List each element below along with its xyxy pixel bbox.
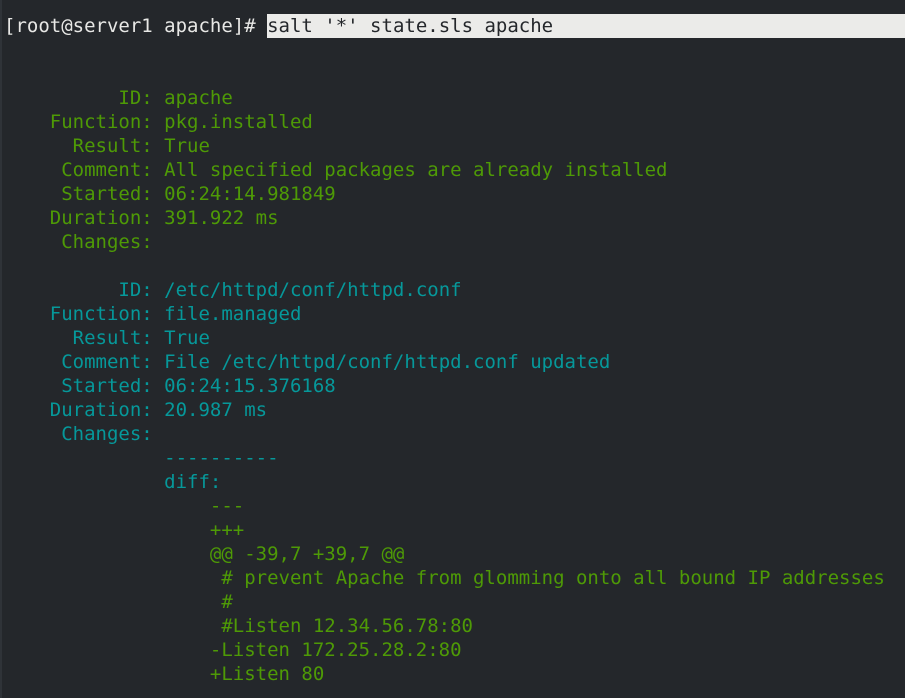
state-duration-label: Duration: (4, 399, 165, 421)
state-id-row: ID: apache (2, 86, 905, 110)
diff-line: @@ -39,7 +39,7 @@ (2, 542, 905, 566)
diff-line: # (2, 590, 905, 614)
diff-label-row: diff: (2, 470, 905, 494)
state-result-row: Result: True (2, 326, 905, 350)
state-id-label: ID: (4, 87, 165, 109)
state-id-value: /etc/httpd/conf/httpd.conf (164, 279, 462, 301)
diff-line-text: @@ -39,7 +39,7 @@ (4, 543, 405, 565)
state-id-row: ID: /etc/httpd/conf/httpd.conf (2, 278, 905, 302)
diff-line-text: --- (4, 495, 245, 517)
state-comment-row: Comment: File /etc/httpd/conf/httpd.conf… (2, 350, 905, 374)
diff-label: diff: (4, 471, 222, 493)
diff-line-text: +++ (4, 519, 245, 541)
state-duration-row: Duration: 20.987 ms (2, 398, 905, 422)
state-comment-row: Comment: All specified packages are alre… (2, 158, 905, 182)
state-result-row: Result: True (2, 134, 905, 158)
diff-line-text: +Listen 80 (4, 663, 325, 685)
state-result-value: True (164, 135, 210, 157)
diff-line-text: # prevent Apache from glomming onto all … (4, 567, 885, 589)
state-comment-label: Comment: (4, 351, 165, 373)
command-input[interactable]: salt '*' state.sls apache (267, 14, 905, 38)
diff-line-text: #Listen 12.34.56.78:80 (4, 615, 473, 637)
shell-prompt: [root@server1 apache]# (4, 15, 268, 37)
changes-separator: ---------- (2, 446, 905, 470)
state-result-label: Result: (4, 327, 165, 349)
state-function-value: file.managed (164, 303, 302, 325)
state-started-label: Started: (4, 183, 165, 205)
state-started-value: 06:24:14.981849 (164, 183, 336, 205)
state-separator: ---------- (2, 254, 905, 278)
diff-line: # prevent Apache from glomming onto all … (2, 566, 905, 590)
state-function-row: Function: pkg.installed (2, 110, 905, 134)
diff-line: +++ (2, 518, 905, 542)
state-id-value: apache (164, 87, 233, 109)
terminal-window[interactable]: [root@server1 apache]# vim init.sls [roo… (0, 0, 905, 698)
state-comment-label: Comment: (4, 159, 165, 181)
state-changes-row: Changes: (2, 230, 905, 254)
state-started-label: Started: (4, 375, 165, 397)
state-started-row: Started: 06:24:14.981849 (2, 182, 905, 206)
scrollback-line: [root@server1 apache]# vim init.sls (2, 0, 905, 14)
state-duration-row: Duration: 391.922 ms (2, 206, 905, 230)
separator-dashes: ---------- (4, 447, 279, 469)
diff-line: #Listen 12.34.56.78:80 (2, 614, 905, 638)
state-changes-row: Changes: (2, 422, 905, 446)
state-changes-label: Changes: (4, 231, 165, 253)
state-duration-value: 391.922 ms (164, 207, 279, 229)
state-duration-label: Duration: (4, 207, 165, 229)
diff-line-text: -Listen 172.25.28.2:80 (4, 639, 462, 661)
command-line[interactable]: [root@server1 apache]# salt '*' state.sl… (2, 14, 905, 38)
state-comment-value: File /etc/httpd/conf/httpd.conf updated (164, 351, 611, 373)
state-function-row: Function: file.managed (2, 302, 905, 326)
state-started-value: 06:24:15.376168 (164, 375, 336, 397)
state-started-row: Started: 06:24:15.376168 (2, 374, 905, 398)
state-function-label: Function: (4, 303, 165, 325)
state-id-label: ID: (4, 279, 165, 301)
state-comment-value: All specified packages are already insta… (164, 159, 668, 181)
state-duration-value: 20.987 ms (164, 399, 268, 421)
diff-line: --- (2, 494, 905, 518)
state-result-value: True (164, 327, 210, 349)
terminal-screen: [root@server1 apache]# vim init.sls [roo… (2, 0, 905, 686)
diff-line: -Listen 172.25.28.2:80 (2, 638, 905, 662)
state-changes-label: Changes: (4, 423, 165, 445)
diff-line: +Listen 80 (2, 662, 905, 686)
minion-header: server2: (2, 38, 905, 62)
state-result-label: Result: (4, 135, 165, 157)
state-separator: ---------- (2, 62, 905, 86)
state-function-value: pkg.installed (164, 111, 313, 133)
state-function-label: Function: (4, 111, 165, 133)
diff-line-text: # (4, 591, 233, 613)
